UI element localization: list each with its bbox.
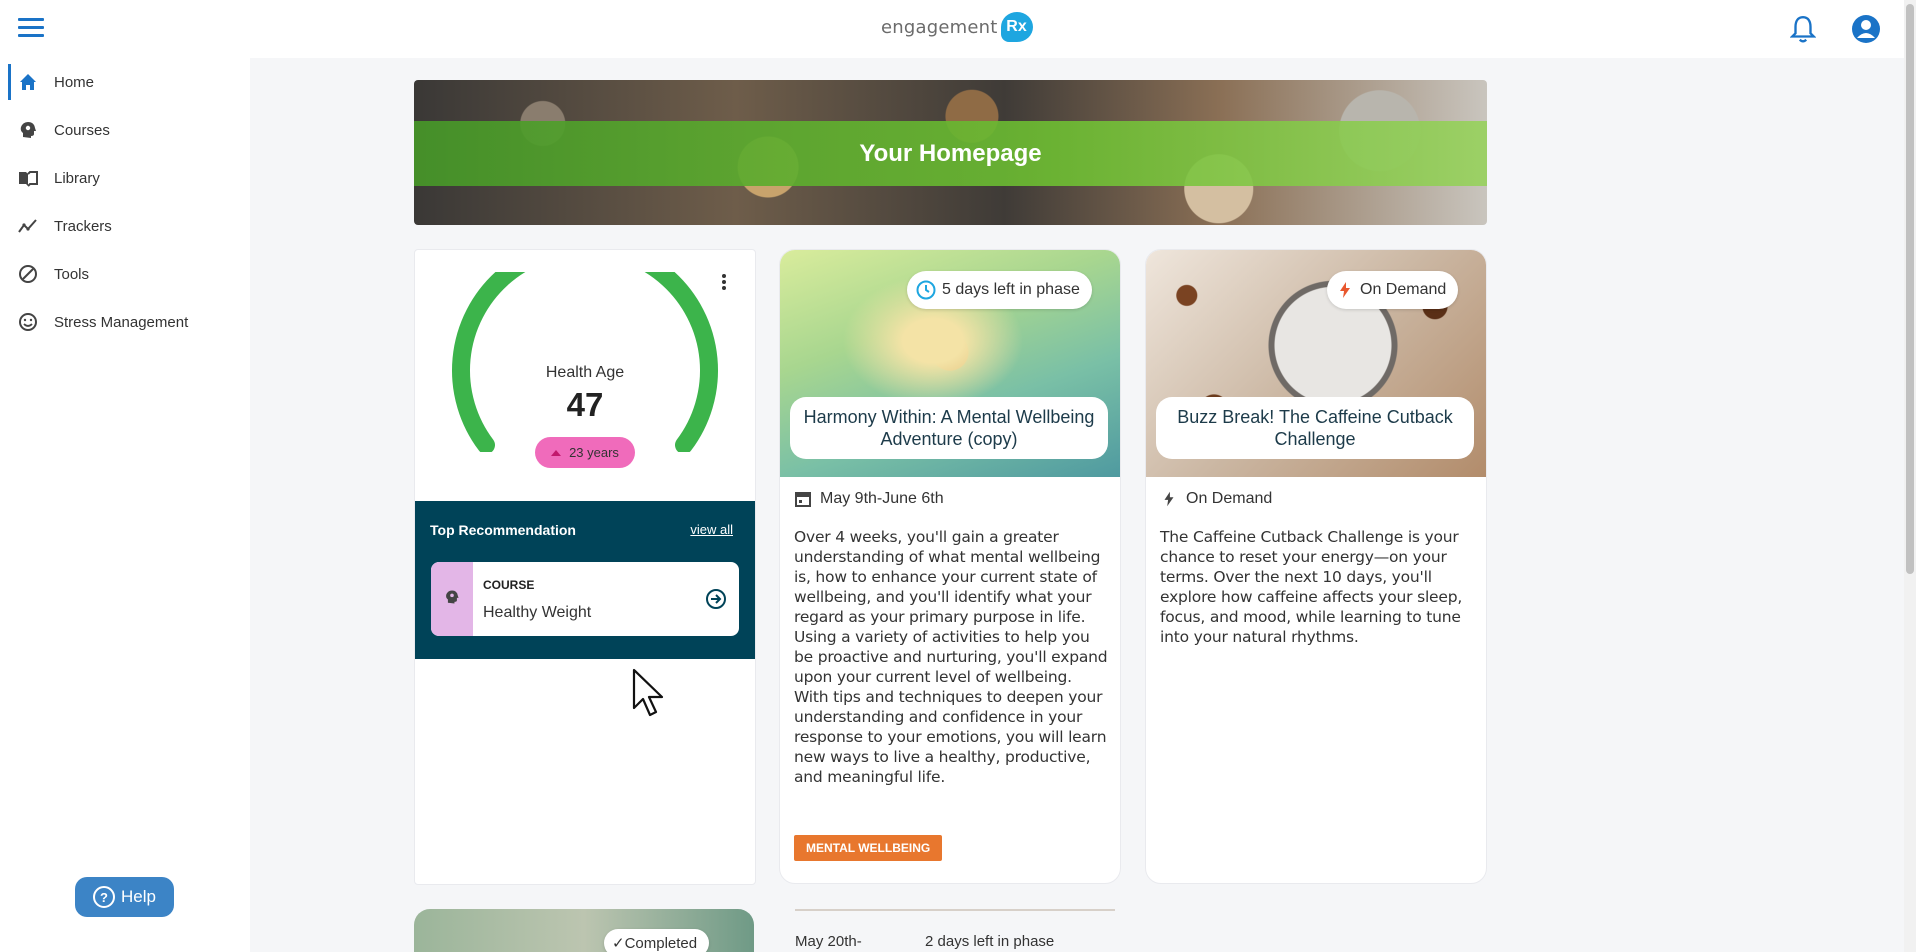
help-button[interactable]: ? Help xyxy=(75,877,174,917)
smiley-icon xyxy=(19,313,37,331)
arrow-right-circle-icon[interactable] xyxy=(705,588,727,610)
lightning-icon xyxy=(1340,282,1350,298)
phase-pill: 5 days left in phase xyxy=(907,271,1092,309)
sidebar-item-courses[interactable]: Courses xyxy=(0,106,250,154)
sidebar: Home Courses Library Trackers Tools Stre… xyxy=(0,58,250,952)
course-dates: May 20th- xyxy=(795,933,862,950)
hero-band: Your Homepage xyxy=(414,121,1487,186)
recommendation-title: Top Recommendation xyxy=(430,522,576,538)
recommendation-kind: COURSE xyxy=(483,578,535,592)
top-bar: engagement Rx xyxy=(0,0,1904,58)
health-age-label: Health Age xyxy=(545,364,625,381)
health-age-difference-badge: 23 years xyxy=(535,437,635,468)
course-dates: May 9th-June 6th xyxy=(794,490,944,508)
main-content: Your Homepage Health Age 47 23 years Top… xyxy=(250,58,1904,952)
course-description: The Caffeine Cutback Challenge is your c… xyxy=(1160,528,1463,646)
circle-slash-icon xyxy=(19,265,37,283)
sidebar-item-stress-management[interactable]: Stress Management xyxy=(0,298,250,346)
health-age-card: Health Age 47 23 years Top Recommendatio… xyxy=(414,249,756,885)
sidebar-item-library[interactable]: Library xyxy=(0,154,250,202)
sidebar-item-label: Stress Management xyxy=(54,313,189,331)
head-gear-icon xyxy=(446,590,459,604)
menu-icon[interactable] xyxy=(18,18,44,38)
sidebar-item-tools[interactable]: Tools xyxy=(0,250,250,298)
completed-pill: ✓ Completed xyxy=(604,929,710,952)
phase-pill: 2 days left in phase xyxy=(925,933,1055,950)
course-card[interactable]: 5 days left in phase Harmony Within: A M… xyxy=(779,249,1121,884)
page-title: Your Homepage xyxy=(859,139,1042,167)
meta-text: May 9th-June 6th xyxy=(820,490,944,507)
sidebar-item-trackers[interactable]: Trackers xyxy=(0,202,250,250)
view-all-link[interactable]: view all xyxy=(690,522,733,537)
sidebar-item-label: Library xyxy=(54,169,100,187)
pill-text: On Demand xyxy=(1360,281,1447,298)
sidebar-item-label: Courses xyxy=(54,121,110,139)
health-age-value: 47 xyxy=(566,386,604,423)
top-recommendation-panel: Top Recommendation view all COURSE Healt… xyxy=(415,501,755,659)
more-options-icon[interactable] xyxy=(721,274,727,292)
course-title: Buzz Break! The Caffeine Cutback Challen… xyxy=(1156,397,1474,459)
lightning-icon xyxy=(1164,491,1174,507)
logo-text: engagement xyxy=(881,16,998,38)
category-tag: MENTAL WELLBEING xyxy=(794,835,943,861)
mouse-pointer-icon xyxy=(632,668,664,717)
sidebar-item-label: Trackers xyxy=(54,217,112,235)
check-icon: ✓ xyxy=(612,935,625,952)
recommendation-name: Healthy Weight xyxy=(483,604,592,621)
course-strip xyxy=(431,562,473,636)
pill-text: Completed xyxy=(624,934,698,952)
head-gear-icon xyxy=(20,122,36,138)
notification-bell-icon[interactable] xyxy=(1790,14,1816,44)
logo-badge: Rx xyxy=(1000,12,1033,42)
trend-icon xyxy=(18,219,37,233)
account-icon[interactable] xyxy=(1851,14,1881,44)
hero-banner: Your Homepage xyxy=(414,80,1487,225)
course-card[interactable]: ✓ Completed xyxy=(414,909,754,952)
arrow-up-icon xyxy=(551,449,562,456)
sidebar-item-home[interactable]: Home xyxy=(0,58,250,106)
course-card[interactable]: May 20th- 2 days left in phase xyxy=(795,909,1115,952)
course-description: Over 4 weeks, you'll gain a greater unde… xyxy=(794,528,1108,786)
app-logo[interactable]: engagement Rx xyxy=(881,12,1033,42)
clock-icon xyxy=(916,280,936,300)
sidebar-item-label: Tools xyxy=(54,265,90,283)
help-label: Help xyxy=(121,887,156,906)
meta-text: On Demand xyxy=(1186,490,1273,507)
recommendation-item[interactable]: COURSE Healthy Weight xyxy=(431,562,739,636)
question-icon: ? xyxy=(93,886,116,908)
pill-text: 5 days left in phase xyxy=(942,281,1080,298)
book-icon xyxy=(19,171,38,187)
course-card[interactable]: On Demand Buzz Break! The Caffeine Cutba… xyxy=(1145,249,1487,884)
scrollbar-thumb[interactable] xyxy=(1906,4,1914,574)
health-age-gauge xyxy=(452,272,718,452)
sidebar-item-label: Home xyxy=(54,73,95,91)
course-availability: On Demand xyxy=(1160,490,1272,508)
calendar-icon xyxy=(795,492,811,507)
on-demand-pill: On Demand xyxy=(1327,271,1459,309)
course-title: Harmony Within: A Mental Wellbeing Adven… xyxy=(790,397,1108,459)
home-icon xyxy=(20,74,36,90)
badge-text: 23 years xyxy=(569,445,619,460)
